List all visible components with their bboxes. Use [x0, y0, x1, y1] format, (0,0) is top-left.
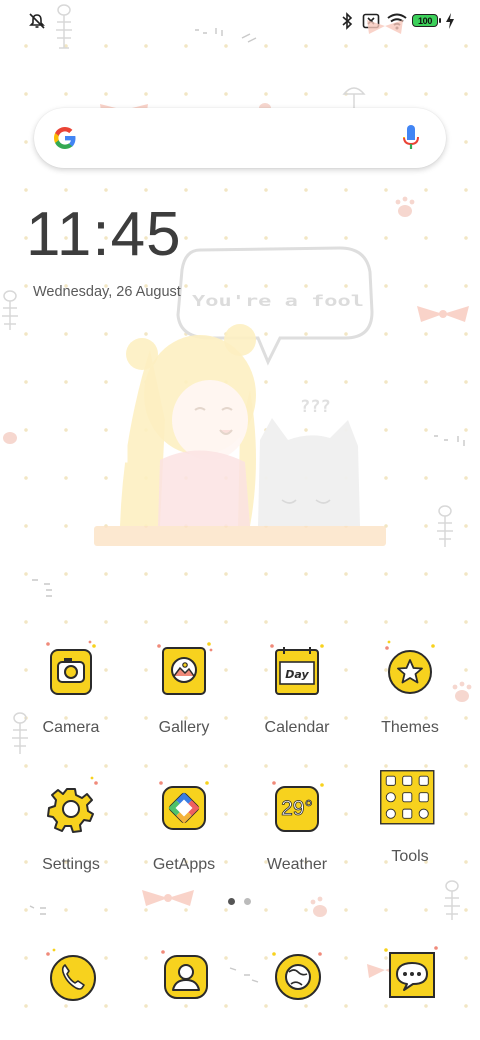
wallpaper-illustration: You're a fool ??? [94, 246, 386, 546]
calendar-icon: Day [270, 644, 324, 695]
clock-date[interactable]: Wednesday, 26 August [33, 284, 181, 300]
mic-icon[interactable] [401, 124, 421, 152]
google-logo [54, 127, 76, 149]
browser-icon [272, 952, 322, 1000]
app-label: Weather [266, 856, 328, 873]
messages-icon [384, 946, 438, 998]
app-tools-folder[interactable]: Tools [355, 768, 465, 866]
camera-icon [46, 640, 96, 695]
tools-folder-icon [380, 770, 435, 825]
google-search-bar[interactable] [34, 108, 446, 168]
bubble-text: You're a fool [192, 292, 364, 310]
app-label: Gallery [158, 719, 210, 736]
app-label: Tools [391, 848, 429, 865]
app-settings[interactable]: Settings [16, 775, 126, 874]
contacts-icon [161, 950, 208, 999]
page-indicator-dot-active[interactable] [228, 898, 235, 905]
clock-time[interactable]: 11:45 [26, 204, 182, 266]
dock-browser[interactable] [258, 936, 338, 1016]
app-getapps[interactable]: GetApps [129, 775, 239, 874]
question-marks: ??? [300, 397, 331, 417]
app-label: Themes [381, 719, 439, 736]
weather-icon: 29° [272, 781, 324, 832]
page-indicator-dot[interactable] [244, 898, 251, 905]
getapps-icon [159, 781, 209, 830]
app-weather[interactable]: 29° Weather [242, 775, 352, 874]
app-camera[interactable]: Camera [16, 638, 126, 737]
app-label: GetApps [152, 856, 216, 873]
weather-temperature: 29° [281, 797, 313, 820]
app-label: Calendar [264, 719, 330, 736]
dock-messages[interactable] [370, 936, 450, 1016]
settings-icon [47, 776, 98, 833]
app-calendar[interactable]: Day Calendar [242, 638, 352, 737]
app-gallery[interactable]: Gallery [129, 638, 239, 737]
app-label: Settings [42, 856, 100, 873]
app-themes[interactable]: Themes [355, 638, 465, 737]
app-label: Camera [42, 719, 100, 736]
calendar-badge: Day [285, 668, 309, 681]
phone-icon [46, 948, 96, 1001]
dock-phone[interactable] [32, 936, 112, 1016]
gallery-icon [157, 642, 213, 695]
dock-contacts[interactable] [145, 936, 225, 1016]
themes-icon [385, 640, 435, 694]
